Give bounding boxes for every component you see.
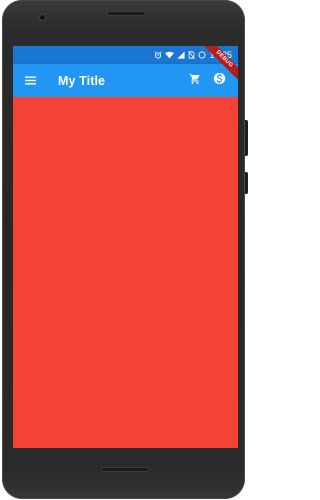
menu-button[interactable] [16,64,44,97]
phone-frame: 10:25 My Title DEBUG [2,0,248,499]
signal-icon [177,51,186,59]
earpiece-speaker [108,12,144,15]
front-camera [40,15,45,20]
content-area [13,97,238,448]
screen: 10:25 My Title DEBUG [13,46,238,448]
shopping-cart-icon [189,72,201,90]
wifi-icon [165,51,175,59]
battery-icon [198,51,206,59]
volume-button [245,120,248,156]
power-button [245,172,248,194]
monetization-icon [213,72,226,90]
menu-icon [24,72,36,90]
app-title: My Title [58,73,106,88]
bottom-speaker [102,468,148,471]
cart-button[interactable] [183,64,207,97]
alarm-icon [154,51,162,59]
status-bar: 10:25 [13,46,238,64]
no-sim-icon [188,51,196,59]
app-bar: My Title [13,64,238,97]
